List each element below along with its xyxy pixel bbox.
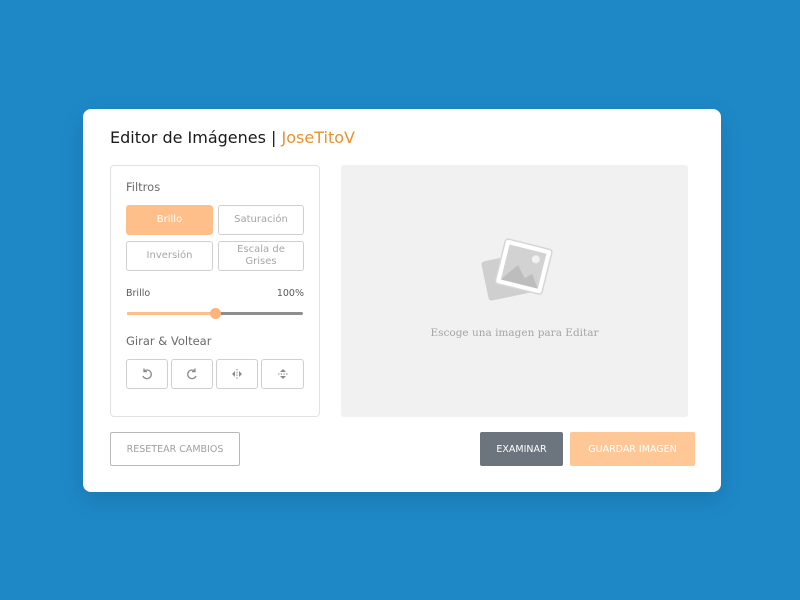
filter-saturation-button[interactable]: Saturación <box>218 205 304 235</box>
slider-name: Brillo <box>126 288 151 299</box>
rotate-left-icon <box>140 367 154 381</box>
browse-button[interactable]: EXAMINAR <box>480 432 563 466</box>
slider-info: Brillo 100% <box>126 288 304 299</box>
filters-label: Filtros <box>126 180 161 194</box>
title-separator: | <box>271 128 277 147</box>
rotate-right-button[interactable] <box>171 359 213 389</box>
filter-grayscale-button[interactable]: Escala de Grises <box>218 241 304 271</box>
rotate-right-icon <box>185 367 199 381</box>
save-image-button[interactable]: GUARDAR IMAGEN <box>570 432 695 466</box>
flip-vertical-button[interactable] <box>261 359 304 389</box>
page-title: Editor de Imágenes | JoseTitoV <box>110 128 355 147</box>
slider-value: 100% <box>276 288 304 299</box>
rotate-label: Girar & Voltear <box>126 334 212 348</box>
rotate-left-button[interactable] <box>126 359 168 389</box>
editor-card: Editor de Imágenes | JoseTitoV Filtros B… <box>83 109 721 492</box>
slider-fill <box>127 312 215 315</box>
flip-horizontal-icon <box>230 367 244 381</box>
controls-panel: Filtros Brillo Saturación Inversión Esca… <box>110 165 320 417</box>
slider-thumb[interactable] <box>210 308 221 319</box>
image-preview: Escoge una imagen para Editar <box>341 165 688 417</box>
brightness-slider[interactable] <box>127 308 303 319</box>
title-text: Editor de Imágenes <box>110 128 266 147</box>
preview-placeholder-text: Escoge una imagen para Editar <box>430 327 599 339</box>
filter-inversion-button[interactable]: Inversión <box>126 241 213 271</box>
flip-horizontal-button[interactable] <box>216 359 258 389</box>
flip-vertical-icon <box>276 367 290 381</box>
reset-button[interactable]: RESETEAR CAMBIOS <box>110 432 240 466</box>
filter-brightness-button[interactable]: Brillo <box>126 205 213 235</box>
image-placeholder-icon <box>477 235 553 305</box>
brand-name: JoseTitoV <box>281 128 355 147</box>
